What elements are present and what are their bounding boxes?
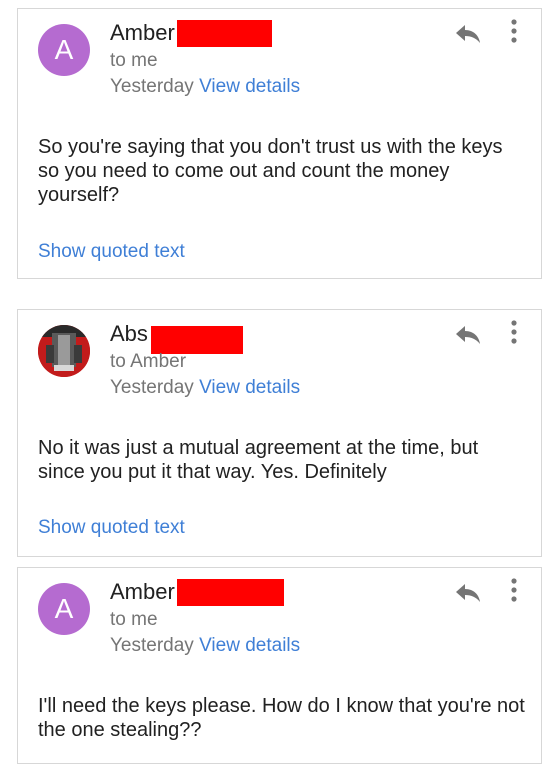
sender-avatar[interactable]: A (38, 583, 90, 635)
sender-name: Amber (110, 20, 175, 45)
redaction-bar (177, 579, 284, 606)
sender-name: Abs (110, 321, 148, 346)
sender-name: Amber (110, 579, 175, 604)
view-details-link[interactable]: View details (199, 635, 300, 656)
message-date: Yesterday (110, 377, 194, 398)
reply-icon[interactable] (454, 324, 482, 346)
email-message-3: A Amber to me Yesterday View details I'l… (17, 567, 542, 764)
message-body: No it was just a mutual agreement at the… (38, 437, 479, 483)
message-body: I'll need the keys please. How do I know… (38, 695, 525, 741)
recipient-line: to Amber (110, 351, 187, 372)
message-date: Yesterday (110, 76, 194, 97)
sender-avatar[interactable]: A (38, 24, 90, 76)
more-vertical-icon[interactable] (508, 17, 520, 47)
reply-icon[interactable] (454, 23, 482, 45)
recipient-line: to me (110, 50, 158, 71)
reply-icon[interactable] (454, 582, 482, 604)
show-quoted-text-link[interactable]: Show quoted text (38, 516, 185, 540)
view-details-link[interactable]: View details (199, 76, 300, 97)
email-message-1: A Amber to me Yesterday View details So … (17, 8, 542, 279)
message-date: Yesterday (110, 635, 194, 656)
profile-image (38, 325, 90, 377)
date-row: Yesterday View details (110, 376, 300, 400)
recipient-line: to me (110, 609, 158, 630)
view-details-link[interactable]: View details (199, 377, 300, 398)
email-message-2: Abs to Amber Yesterday View details No i… (17, 309, 542, 557)
message-body: So you're saying that you don't trust us… (38, 136, 503, 206)
redaction-bar (177, 20, 272, 47)
more-vertical-icon[interactable] (508, 318, 520, 348)
sender-avatar[interactable] (38, 325, 90, 377)
show-quoted-text-link[interactable]: Show quoted text (38, 240, 185, 264)
date-row: Yesterday View details (110, 634, 300, 658)
more-vertical-icon[interactable] (508, 576, 520, 606)
date-row: Yesterday View details (110, 75, 300, 99)
